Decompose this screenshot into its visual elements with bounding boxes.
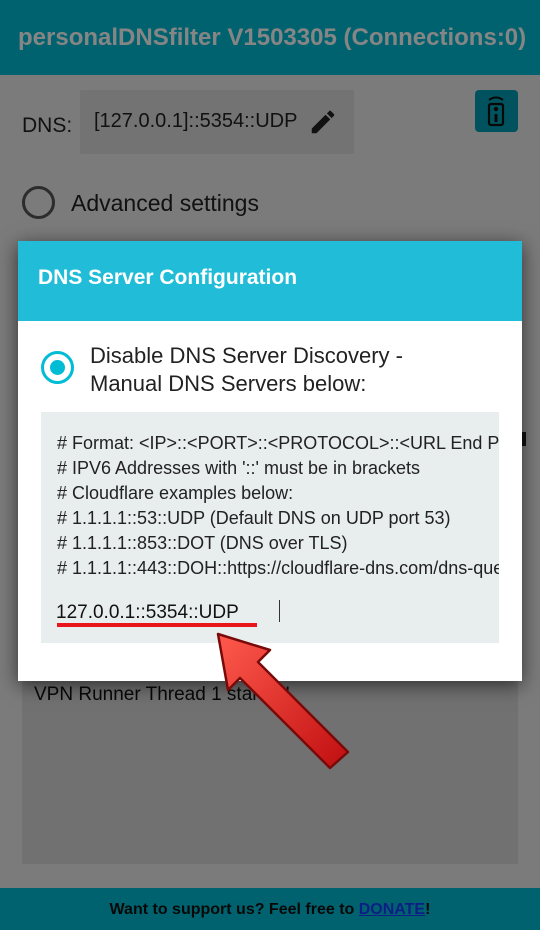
text-caret [279, 600, 280, 622]
config-line: # Format: <IP>::<PORT>::<PROTOCOL>::<URL… [57, 433, 499, 453]
dialog-title: DNS Server Configuration [38, 266, 298, 289]
arrow-pointer-icon [216, 632, 350, 770]
dns-config-dialog: DNS Server Configuration Disable DNS Ser… [18, 241, 522, 681]
manual-dns-label-line2: Manual DNS Servers below: [90, 371, 367, 396]
dialog-header: DNS Server Configuration [18, 241, 522, 321]
config-line: # IPV6 Addresses with '::' must be in br… [57, 458, 421, 478]
manual-dns-radio[interactable] [41, 351, 74, 384]
config-line: # 1.1.1.1::53::UDP (Default DNS on UDP p… [57, 508, 451, 528]
dns-entry-line: 127.0.0.1::5354::UDP [56, 602, 239, 623]
radio-selected-dot [50, 360, 65, 375]
highlight-underline [57, 623, 257, 627]
dns-config-textarea[interactable]: # Format: <IP>::<PORT>::<PROTOCOL>::<URL… [41, 412, 499, 643]
config-line: # Cloudflare examples below: [57, 483, 294, 503]
config-line: # 1.1.1.1::443::DOH::https://cloudflare-… [57, 558, 499, 578]
config-line: # 1.1.1.1::853::DOT (DNS over TLS) [57, 533, 348, 553]
manual-dns-label[interactable]: Disable DNS Server Discovery - Manual DN… [90, 342, 403, 398]
manual-dns-label-line1: Disable DNS Server Discovery - [90, 343, 403, 368]
